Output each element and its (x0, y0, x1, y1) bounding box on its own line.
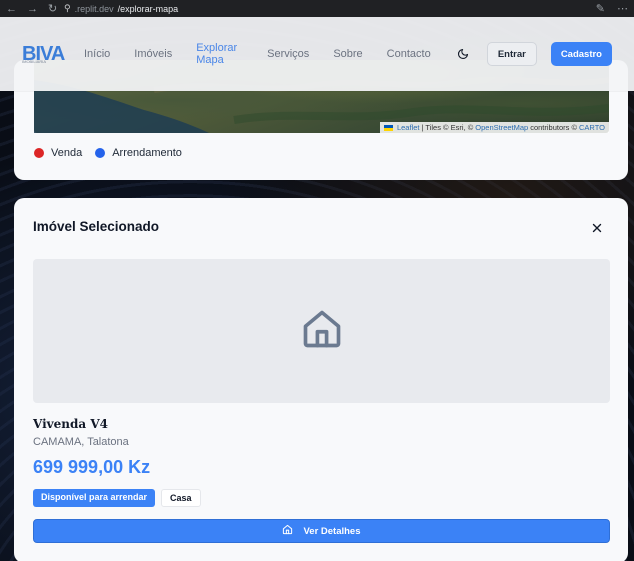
logo-subtext: IMOBILIÁRIA (22, 59, 47, 64)
carto-link[interactable]: CARTO (579, 123, 605, 132)
browser-nav: ← → ↻ (6, 2, 64, 16)
map-legend: Venda Arrendamento (34, 147, 182, 159)
nav-contacto[interactable]: Contacto (387, 48, 431, 60)
type-badge: Casa (161, 489, 201, 507)
property-image-placeholder (33, 259, 610, 403)
nav-servicos[interactable]: Serviços (267, 48, 309, 60)
legend-label-venda: Venda (51, 147, 83, 159)
property-name: Vivenda V4 (33, 417, 108, 431)
nav-imoveis[interactable]: Imóveis (134, 48, 172, 60)
property-price: 699 999,00 Kz (33, 457, 151, 477)
home-icon (282, 524, 293, 538)
view-details-button[interactable]: Ver Detalhes (33, 519, 610, 543)
legend-label-arrendamento: Arrendamento (112, 147, 182, 159)
map-attribution: Leaflet | Tiles © Esri, © OpenStreetMap … (379, 122, 609, 133)
blue-dot-icon (95, 148, 106, 158)
close-icon[interactable] (590, 221, 604, 235)
leaflet-link[interactable]: Leaflet (397, 123, 420, 132)
contributors-text: contributors © (530, 123, 578, 132)
reload-icon[interactable]: ↻ (48, 2, 57, 15)
url-host: .replit.dev (74, 3, 114, 14)
forward-icon[interactable]: → (27, 3, 38, 15)
back-icon[interactable]: ← (6, 3, 17, 15)
signup-button[interactable]: Cadastro (550, 42, 612, 66)
browser-actions: ✎ ⋯ (596, 2, 628, 15)
openstreetmap-link[interactable]: OpenStreetMap (475, 123, 528, 132)
legend-item-arrendamento: Arrendamento (95, 147, 182, 159)
moon-icon[interactable] (457, 47, 470, 61)
nav-explorar-mapa[interactable]: Explorar Mapa (196, 42, 243, 66)
main-nav: Início Imóveis Explorar Mapa Serviços So… (84, 42, 455, 66)
status-badge: Disponível para arrendar (33, 489, 156, 507)
logo[interactable]: BIVA IMOBILIÁRIA (22, 44, 65, 64)
menu-icon[interactable]: ⋯ (617, 2, 628, 15)
login-button[interactable]: Entrar (486, 42, 537, 66)
nav-inicio[interactable]: Início (84, 48, 110, 60)
site-info-icon[interactable]: ⚲ (64, 3, 71, 14)
site-header: BIVA IMOBILIÁRIA Início Imóveis Explorar… (0, 17, 634, 91)
legend-item-venda: Venda (34, 147, 82, 159)
property-badges: Disponível para arrendar Casa (33, 489, 201, 507)
ukraine-flag-icon (383, 124, 393, 131)
red-dot-icon (34, 148, 44, 158)
url-path: /explorar-mapa (117, 3, 179, 14)
selected-property-card: Imóvel Selecionado Vivenda V4 CAMAMA, Ta… (14, 198, 628, 561)
nav-sobre[interactable]: Sobre (333, 48, 362, 60)
house-icon (300, 307, 344, 356)
url-field[interactable]: ⚲ .replit.dev/explorar-mapa (64, 3, 178, 14)
tiles-credit: | Tiles © Esri, © (421, 123, 474, 132)
view-details-label: Ver Detalhes (303, 525, 361, 537)
selected-property-heading: Imóvel Selecionado (33, 219, 160, 234)
extensions-icon[interactable]: ✎ (596, 2, 605, 15)
browser-address-bar: ← → ↻ ⚲ .replit.dev/explorar-mapa ✎ ⋯ (0, 0, 634, 17)
property-location: CAMAMA, Talatona (33, 436, 129, 448)
